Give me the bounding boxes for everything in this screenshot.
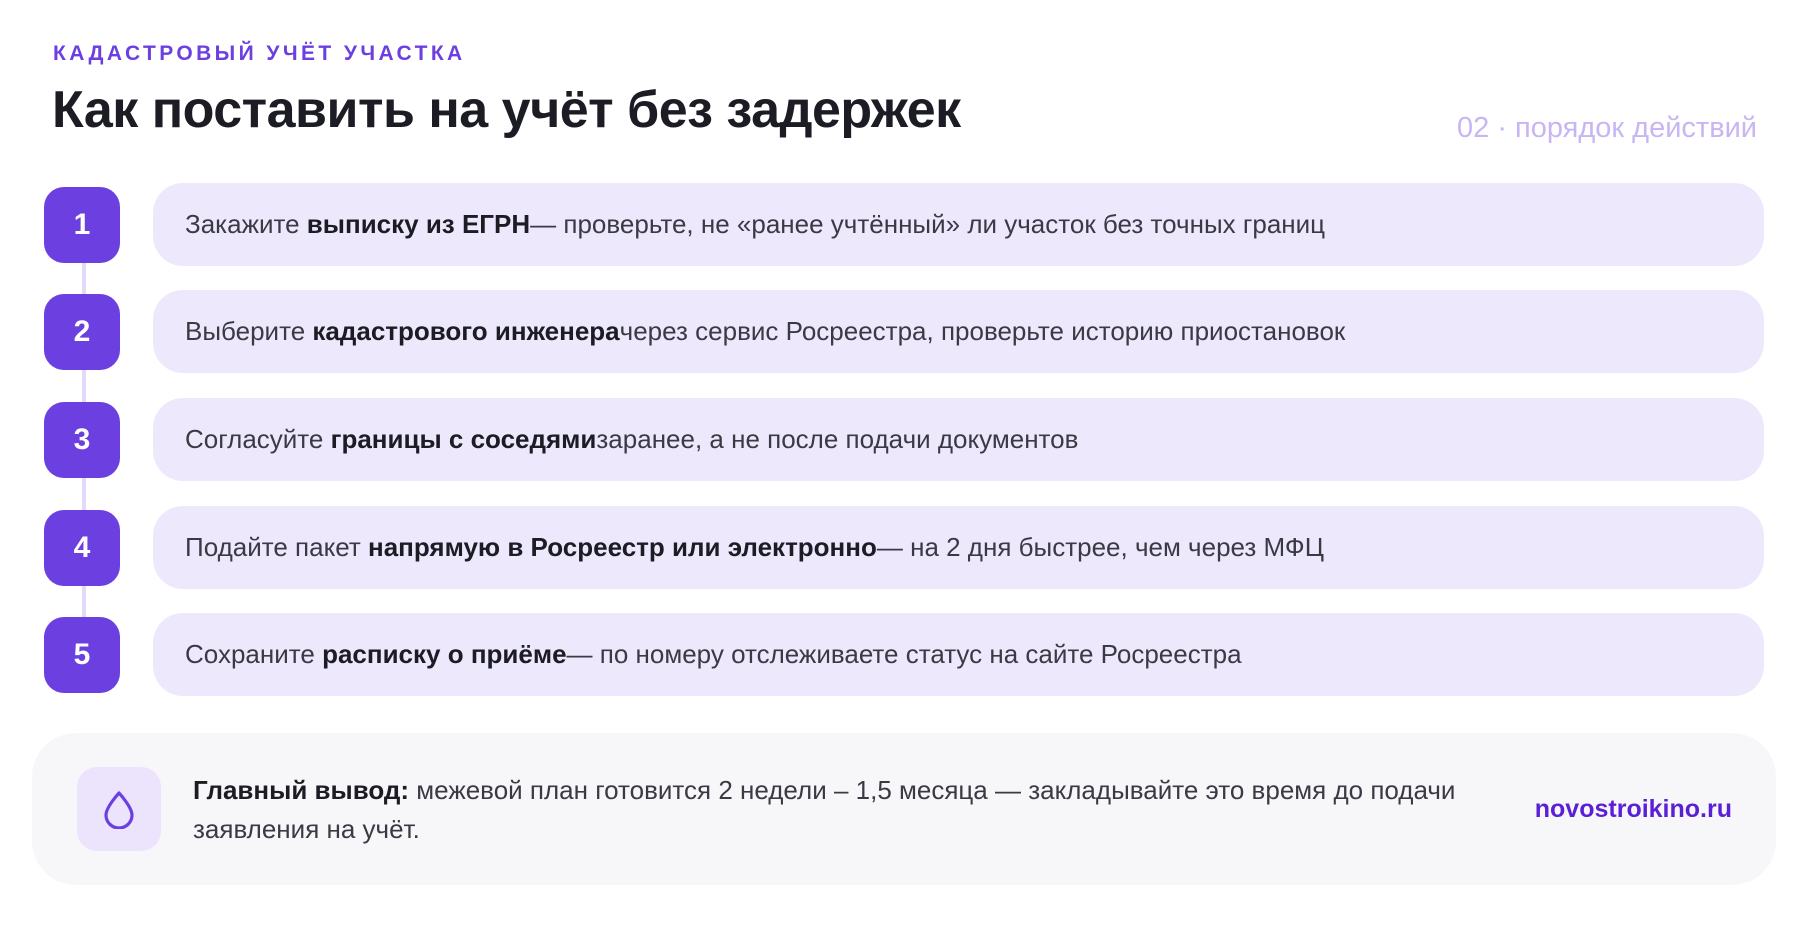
step-text-pre: Закажите: [185, 209, 300, 239]
step-text-pre: Подайте пакет: [185, 532, 361, 562]
page-title: Как поставить на учёт без задержек: [52, 81, 961, 139]
step-text-bold: кадастрового инженера: [312, 316, 620, 346]
step-text-bold: выписку из ЕГРН: [306, 209, 531, 239]
summary-label: Главный вывод:: [193, 775, 410, 805]
step-text-bold: границы с соседями: [330, 424, 597, 454]
step-number-badge: 1: [44, 187, 120, 263]
step-number-badge: 4: [44, 510, 120, 586]
section-tag: 02 · порядок действий: [1457, 112, 1757, 144]
drop-icon: [77, 767, 161, 851]
step-text-pre: Выберите: [185, 316, 306, 346]
step-text-pre: Согласуйте: [185, 424, 324, 454]
step-card: Согласуйте границы с соседями заранее, а…: [153, 398, 1764, 481]
summary-text: Главный вывод: межевой план готовится 2 …: [193, 771, 1493, 849]
brand-link[interactable]: novostroikino.ru: [1535, 795, 1732, 824]
step-text-post: — проверьте, не «ранее учтённый» ли учас…: [530, 209, 1326, 239]
step-number-badge: 2: [44, 294, 120, 370]
step-number-badge: 3: [44, 402, 120, 478]
step-text-post: — на 2 дня быстрее, чем через МФЦ: [876, 532, 1324, 562]
step-card: Закажите выписку из ЕГРН — проверьте, не…: [153, 183, 1764, 266]
step-number-badge: 5: [44, 617, 120, 693]
step-text-pre: Сохраните: [185, 639, 315, 669]
step-card: Выберите кадастрового инженера через сер…: [153, 290, 1764, 373]
step-text-bold: напрямую в Росреестр или электронно: [367, 532, 877, 562]
step-card: Сохраните расписку о приёме — по номеру …: [153, 613, 1764, 696]
step-text-post: — по номеру отслеживаете статус на сайте…: [566, 639, 1242, 669]
step-card: Подайте пакет напрямую в Росреестр или э…: [153, 506, 1764, 589]
step-text-bold: расписку о приёме: [322, 639, 567, 669]
step-text-post: через сервис Росреестра, проверьте истор…: [619, 316, 1346, 346]
eyebrow-label: КАДАСТРОВЫЙ УЧЁТ УЧАСТКА: [53, 42, 466, 65]
step-text-post: заранее, а не после подачи документов: [596, 424, 1079, 454]
summary-card: Главный вывод: межевой план готовится 2 …: [32, 733, 1776, 885]
